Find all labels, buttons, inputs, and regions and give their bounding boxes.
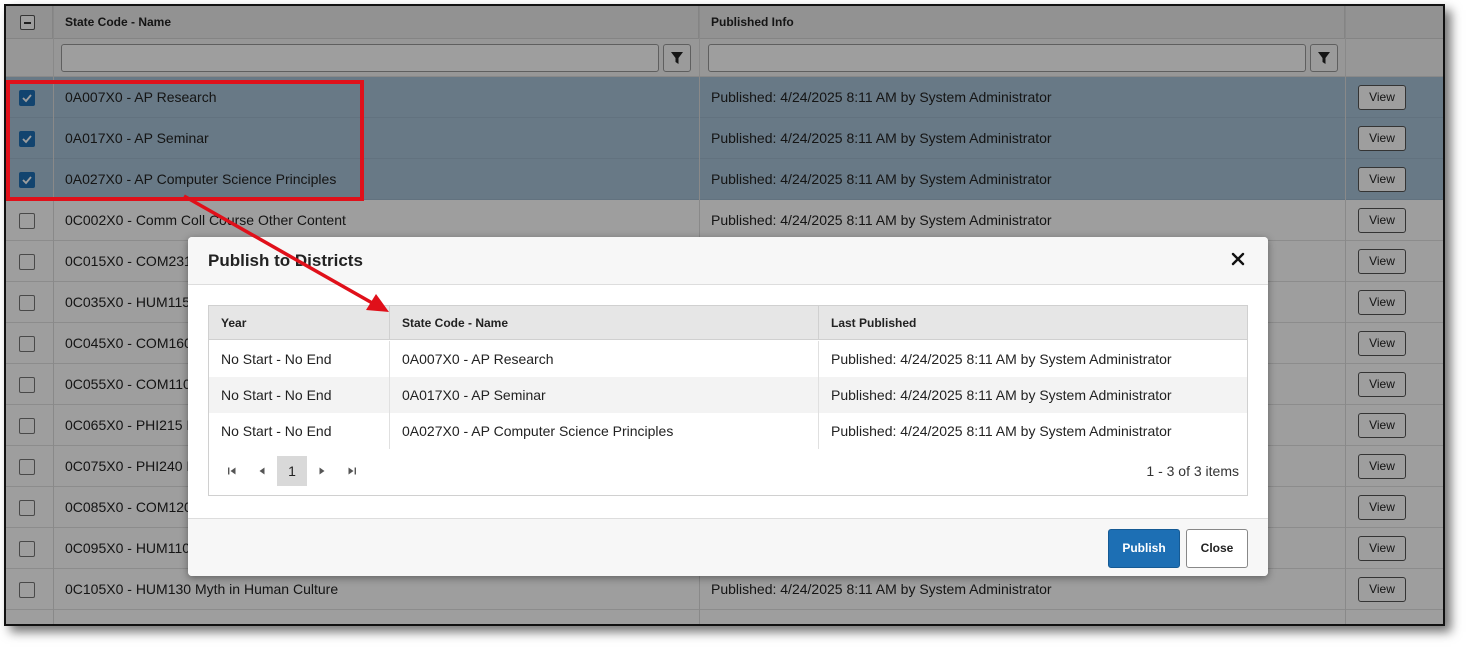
app-window: State Code - Name Published Info 0A007X0…	[4, 4, 1445, 626]
callout-arrow	[183, 194, 389, 312]
